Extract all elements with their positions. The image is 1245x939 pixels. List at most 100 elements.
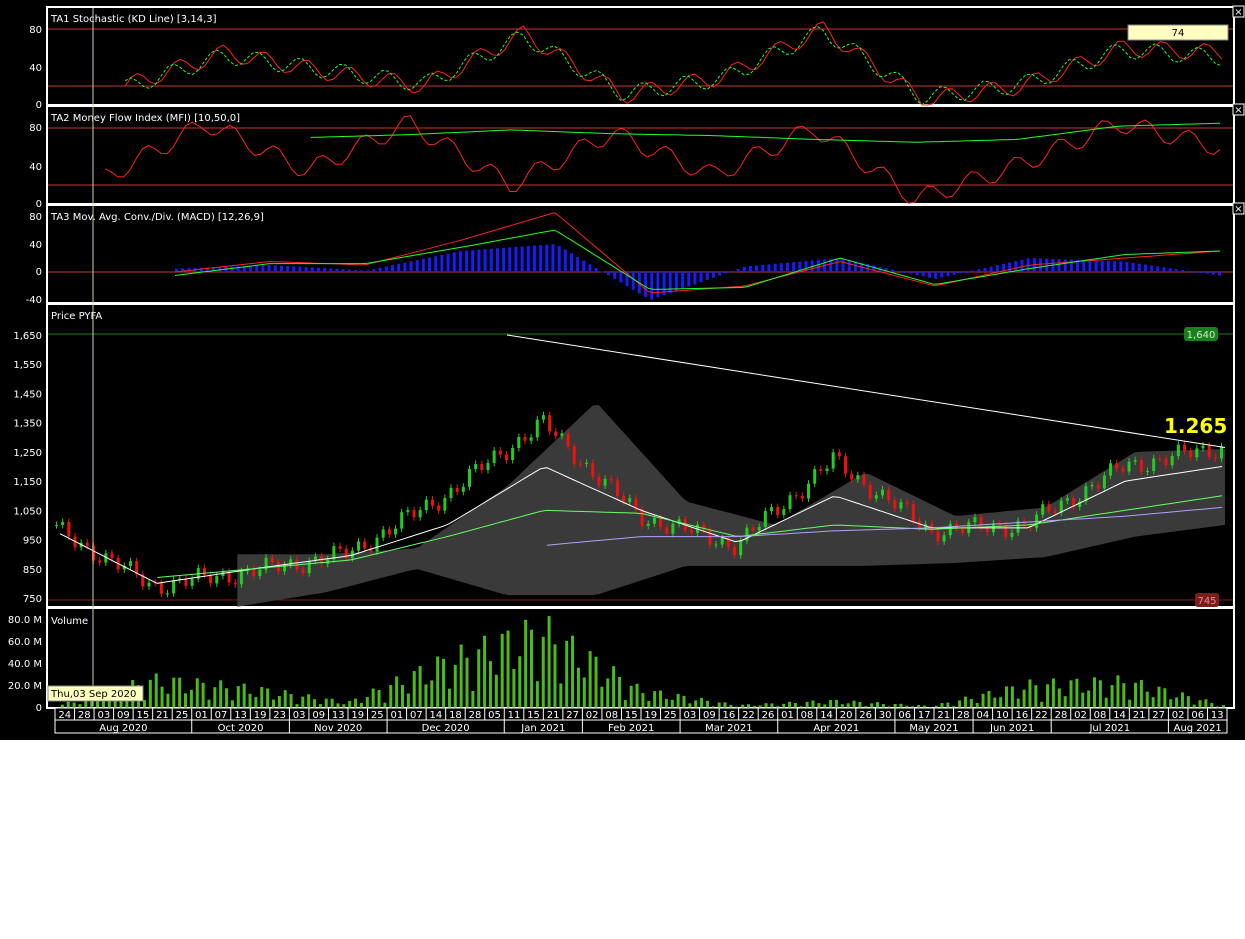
candle-body <box>671 523 675 534</box>
macd-histogram-bar <box>1045 258 1049 272</box>
x-tick: 02 <box>1172 710 1185 721</box>
macd-histogram-bar <box>995 265 999 272</box>
macd-histogram-bar <box>502 247 506 272</box>
volume-bar <box>324 698 328 708</box>
candle-body <box>591 462 595 477</box>
volume-bar <box>705 700 709 708</box>
macd-histogram-bar <box>921 272 925 277</box>
macd-histogram-bar <box>428 257 432 272</box>
high-marker-label: 1,640 <box>1187 330 1216 341</box>
chart-canvas[interactable]: × × × TA1 Stochastic (KD Line) [3,14,3] … <box>0 0 1245 740</box>
macd-histogram-bar <box>520 246 524 272</box>
volume-bar <box>184 693 188 708</box>
candle-body <box>813 469 817 484</box>
volume-bar <box>1069 680 1073 708</box>
y-tick: 80 <box>29 123 42 134</box>
volume-bar <box>1192 704 1196 708</box>
macd-histogram-bar <box>699 272 703 283</box>
x-tick: 21 <box>1133 710 1146 721</box>
macd-histogram-bar <box>1205 272 1209 274</box>
candle-body <box>782 509 786 515</box>
macd-histogram-bar <box>934 272 938 279</box>
x-tick: 20 <box>840 710 853 721</box>
candle-body <box>394 528 398 535</box>
candle-body <box>973 517 977 523</box>
macd-histogram-bar <box>366 270 370 272</box>
macd-histogram-bar <box>458 251 462 272</box>
volume-bar <box>617 676 621 708</box>
volume-bar <box>899 703 903 708</box>
x-tick: 25 <box>664 710 677 721</box>
macd-histogram-bar <box>446 253 450 272</box>
volume-bar <box>594 656 598 708</box>
x-tick: 13 <box>332 710 345 721</box>
macd-histogram-bar <box>761 264 765 272</box>
macd-histogram-bar <box>353 269 357 272</box>
volume-bar <box>377 690 381 708</box>
volume-bar <box>1005 686 1009 708</box>
volume-bar <box>876 702 880 708</box>
macd-histogram-bar <box>304 267 308 272</box>
volume-bar <box>494 674 498 708</box>
volume-bar <box>477 649 481 708</box>
volume-bar <box>981 693 985 708</box>
macd-histogram-bar <box>1088 260 1092 272</box>
candle-body <box>702 524 706 531</box>
volume-bar <box>207 699 211 708</box>
x-tick: 30 <box>879 710 892 721</box>
macd-histogram-bar <box>415 260 419 272</box>
macd-histogram-bar <box>958 272 962 274</box>
y-tick: 80 <box>29 25 42 36</box>
volume-bar <box>219 680 223 708</box>
y-tick: 0 <box>36 199 42 210</box>
volume-bar <box>66 701 70 708</box>
candle-body <box>270 557 274 563</box>
macd-histogram-bar <box>681 272 685 289</box>
y-tick: 40.0 M <box>8 659 42 670</box>
volume-bar <box>641 693 645 708</box>
candle-body <box>67 521 71 537</box>
candle-body <box>985 528 989 533</box>
candle-body <box>523 437 527 441</box>
macd-histogram-bar <box>391 265 395 272</box>
close-icon[interactable]: × <box>1232 202 1245 215</box>
volume-bar <box>852 700 856 708</box>
candle-body <box>1115 463 1119 469</box>
macd-histogram-bar <box>847 259 851 272</box>
volume-bar <box>846 703 850 708</box>
close-icon[interactable]: × <box>1232 103 1245 116</box>
svg-text:×: × <box>1234 7 1242 18</box>
month-label: Aug 2021 <box>1174 723 1222 734</box>
volume-bar <box>670 699 674 708</box>
volume-bar <box>471 690 475 708</box>
volume-bar <box>1016 698 1020 708</box>
volume-bar <box>354 698 358 708</box>
volume-bar <box>700 697 704 708</box>
volume-bar <box>1092 677 1096 708</box>
candle-body <box>227 571 231 583</box>
macd-histogram-bar <box>1168 268 1172 272</box>
volume-bar <box>488 661 492 708</box>
volume-bar <box>1063 696 1067 708</box>
volume-bar <box>225 688 229 708</box>
x-tick: 14 <box>820 710 833 721</box>
low-marker: 745 <box>1195 593 1219 607</box>
volume-bar <box>963 696 967 708</box>
candle-body <box>233 582 237 585</box>
month-label: May 2021 <box>909 723 958 734</box>
volume-bar <box>659 690 663 708</box>
candle-body <box>110 553 114 558</box>
candle-body <box>597 476 601 486</box>
volume-bar <box>635 683 639 708</box>
candle-body <box>622 496 626 502</box>
candle-body <box>1065 498 1069 501</box>
candle-body <box>1121 468 1125 472</box>
macd-histogram-bar <box>310 267 314 272</box>
macd-histogram-bar <box>465 250 469 272</box>
volume-bar <box>793 702 797 708</box>
candle-body <box>375 537 379 552</box>
close-icon[interactable]: × <box>1232 5 1245 18</box>
high-marker: 1,640 <box>1184 327 1218 341</box>
volume-bar <box>717 702 721 708</box>
macd-histogram-bar <box>1039 258 1043 272</box>
